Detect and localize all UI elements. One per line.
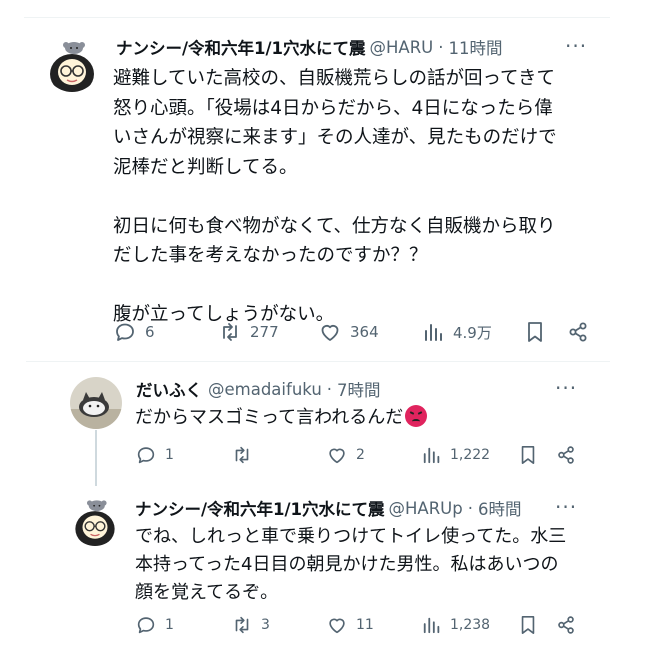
bookmark-button[interactable]: [518, 444, 538, 466]
reply-count: 1: [165, 447, 174, 463]
more-options-icon[interactable]: ···: [555, 376, 577, 400]
share-button[interactable]: [555, 444, 577, 466]
display-name[interactable]: だいふく: [136, 377, 202, 401]
user-handle[interactable]: @HARUp: [389, 499, 463, 518]
like-count: 2: [356, 447, 365, 463]
angry-face-emoji: [405, 405, 428, 427]
more-options-icon[interactable]: ···: [565, 34, 587, 58]
analytics-icon: [423, 447, 440, 464]
retweet-button[interactable]: 3: [231, 614, 270, 636]
bookmark-icon: [521, 616, 535, 635]
share-icon: [569, 322, 587, 342]
text-line: いさんが視察に来ます」その人達が、見たものだけで: [113, 127, 557, 148]
reply-icon: [116, 323, 134, 341]
avatar[interactable]: [70, 377, 122, 429]
avatar-illustration: [70, 495, 120, 546]
reply-count: 6: [145, 323, 155, 341]
avatar[interactable]: [44, 36, 100, 92]
reply-button[interactable]: 1: [135, 444, 174, 466]
user-handle[interactable]: @HARU: [370, 38, 434, 57]
tweet-divider: [26, 361, 610, 362]
text-line: だした事を考えなかったのですか？？: [113, 245, 428, 266]
avatar-illustration: [44, 36, 100, 92]
avatar[interactable]: [70, 494, 120, 546]
text-content: だからマスゴミって言われるんだ: [135, 407, 404, 428]
timestamp[interactable]: 7時間: [337, 377, 381, 401]
text-line: 怒り心頭。「役場は4日からだから、4日になったら偉: [113, 97, 553, 119]
share-icon: [558, 616, 574, 634]
separator-dot: ·: [467, 498, 473, 518]
retweet-count: 277: [250, 323, 279, 341]
share-button[interactable]: [555, 614, 577, 636]
reply-button[interactable]: 1: [135, 614, 174, 636]
heart-icon: [321, 324, 339, 341]
views-button[interactable]: 1,238: [422, 614, 490, 636]
cat-photo-avatar: [70, 377, 122, 429]
thread-connector: [95, 430, 97, 486]
share-icon: [558, 446, 574, 464]
display-name[interactable]: ナンシー/令和六年1/1穴水にて震: [135, 496, 385, 520]
text-line: 本持ってった4日目の朝見かけた男性。私はあいつの: [135, 554, 559, 575]
text-line: [113, 182, 613, 212]
retweet-icon: [235, 616, 249, 634]
analytics-icon: [425, 324, 442, 341]
like-count: 364: [350, 323, 379, 341]
reply-count: 1: [165, 617, 174, 633]
like-count: 11: [356, 617, 374, 633]
retweet-icon: [223, 323, 237, 341]
reply-icon: [137, 447, 155, 464]
retweet-icon: [235, 446, 249, 464]
reply-icon: [137, 617, 155, 634]
views-button[interactable]: 1,222: [422, 444, 490, 466]
text-line: 初日に何も食べ物がなくて、仕方なく自販機から取り: [113, 215, 556, 237]
bookmark-icon: [521, 446, 535, 464]
more-options-icon[interactable]: ···: [555, 495, 577, 519]
tweet-header: ナンシー/令和六年1/1穴水にて震 @HARU · 11時間: [116, 35, 536, 59]
retweet-count: 3: [261, 617, 270, 633]
text-line: 避難していた高校の、自販機荒らしの話が回ってきて: [113, 68, 555, 89]
heart-icon: [329, 618, 345, 634]
retweet-button[interactable]: 277: [218, 320, 279, 344]
like-button[interactable]: 364: [318, 320, 379, 344]
view-count: 1,238: [450, 617, 491, 633]
view-count: 1,222: [450, 447, 491, 463]
top-divider: [24, 17, 610, 18]
like-button[interactable]: 2: [326, 444, 365, 466]
reply-button[interactable]: 6: [113, 320, 155, 344]
bookmark-icon: [528, 322, 542, 342]
user-handle[interactable]: @emadaifuku: [208, 380, 322, 399]
text-line: 泥棒だと判断してる。: [113, 156, 298, 178]
text-line: だからマスゴミって言われるんだ: [135, 404, 605, 432]
text-line: 顔を覚えてるぞ。: [135, 582, 279, 603]
tweet-header: ナンシー/令和六年1/1穴水にて震 @HARUp · 6時間: [135, 496, 550, 520]
tweet-text: 避難していた高校の、自販機荒らしの話が回ってきて 怒り心頭。「役場は4日からだか…: [113, 64, 613, 330]
view-count: 4.9万: [453, 323, 492, 342]
separator-dot: ·: [326, 379, 333, 399]
separator-dot: ·: [438, 37, 444, 57]
bookmark-button[interactable]: [518, 614, 538, 636]
like-button[interactable]: 11: [326, 614, 374, 636]
tweet-text: だからマスゴミって言われるんだ: [135, 404, 605, 432]
timestamp[interactable]: 11時間: [449, 35, 503, 59]
bookmark-button[interactable]: [524, 320, 546, 344]
views-button[interactable]: 4.9万: [423, 320, 492, 344]
share-button[interactable]: [566, 320, 590, 344]
timestamp[interactable]: 6時間: [478, 496, 522, 520]
display-name[interactable]: ナンシー/令和六年1/1穴水にて震: [116, 35, 366, 59]
tweet-header: だいふく @emadaifuku · 7時間: [136, 377, 536, 401]
text-line: でね、しれっと車で乗りつけてトイレ使ってた。水三: [135, 526, 567, 547]
retweet-button[interactable]: [231, 444, 261, 466]
heart-icon: [329, 448, 345, 464]
text-line: [113, 271, 613, 301]
analytics-icon: [423, 617, 440, 634]
tweet-text: でね、しれっと車で乗りつけてトイレ使ってた。水三 本持ってった4日目の朝見かけた…: [135, 523, 615, 607]
